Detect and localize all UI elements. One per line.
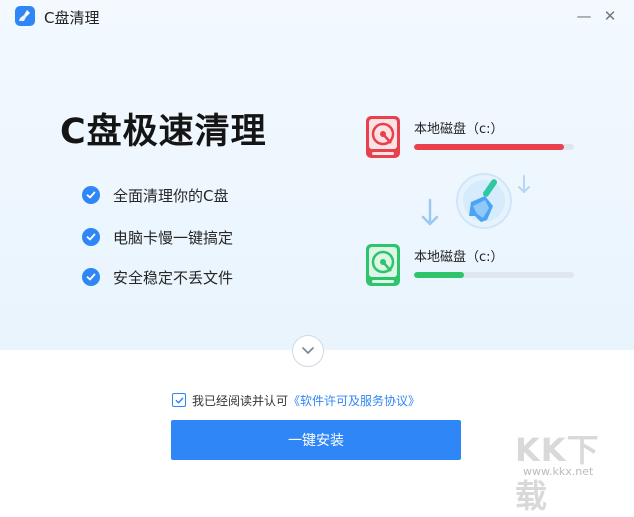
disk-usage-fill xyxy=(414,144,565,150)
close-button[interactable]: ✕ xyxy=(599,5,621,27)
disk-usage-bar xyxy=(414,272,574,278)
checkmark-icon xyxy=(175,397,183,403)
disk-after: 本地磁盘（c:） xyxy=(365,243,580,293)
expand-button[interactable] xyxy=(292,335,324,367)
feature-item: 电脑卡慢一键搞定 xyxy=(82,226,233,248)
agreement-row: 我已经阅读并认可 《软件许可及服务协议》 xyxy=(172,391,420,409)
chevron-down-icon xyxy=(302,347,314,354)
arrow-down-small-icon xyxy=(518,175,530,193)
disk-usage-fill xyxy=(414,272,464,278)
watermark-url: www.kkx.net xyxy=(523,465,594,478)
disk-label: 本地磁盘（c:） xyxy=(414,122,504,137)
check-circle-icon xyxy=(82,268,100,286)
agreement-text: 我已经阅读并认可 xyxy=(192,393,289,408)
broom-icon xyxy=(456,173,512,229)
license-link[interactable]: 《软件许可及服务协议》 xyxy=(288,392,420,409)
disk-usage-bar xyxy=(414,144,574,150)
window-title: C盘清理 xyxy=(44,9,100,27)
check-circle-icon xyxy=(82,186,100,204)
hard-drive-red-icon xyxy=(366,116,400,158)
title-bar: C盘清理 — ✕ xyxy=(0,0,634,34)
feature-item: 安全稳定不丢文件 xyxy=(82,266,233,288)
disk-before: 本地磁盘（c:） xyxy=(365,115,580,165)
minimize-button[interactable]: — xyxy=(573,5,595,27)
hard-drive-green-icon xyxy=(366,244,400,286)
feature-item: 全面清理你的C盘 xyxy=(82,184,228,206)
install-button[interactable]: 一键安装 xyxy=(171,420,461,460)
hero-panel xyxy=(0,0,634,350)
check-circle-icon xyxy=(82,228,100,246)
agree-checkbox[interactable] xyxy=(172,393,186,407)
page-title: C盘极速清理 xyxy=(60,112,267,152)
arrow-down-icon xyxy=(421,198,439,226)
disk-label: 本地磁盘（c:） xyxy=(414,250,504,265)
feature-text: 电脑卡慢一键搞定 xyxy=(113,228,234,247)
watermark: KK下载 www.kkx.net xyxy=(515,425,630,515)
feature-text: 安全稳定不丢文件 xyxy=(113,268,234,287)
feature-text: 全面清理你的C盘 xyxy=(113,186,229,205)
app-logo-icon xyxy=(15,6,35,26)
